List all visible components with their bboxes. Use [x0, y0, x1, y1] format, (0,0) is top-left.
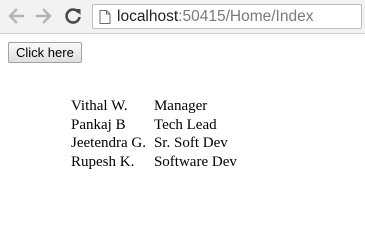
employee-name: Rupesh K. [71, 153, 135, 170]
employee-name: Vithal W. [71, 98, 128, 115]
forward-button[interactable] [33, 5, 55, 27]
browser-toolbar: localhost:50415/Home/Index [0, 0, 365, 34]
url-host: localhost [117, 7, 179, 25]
employee-role: Software Dev [153, 153, 237, 170]
table-row: Vithal W. Manager [68, 97, 240, 116]
reload-button[interactable] [62, 5, 84, 27]
url-text: localhost:50415/Home/Index [117, 8, 313, 26]
back-button[interactable] [5, 5, 27, 27]
arrow-right-icon [35, 8, 52, 24]
table-row: Pankaj B Tech Lead [68, 116, 240, 135]
reload-icon [65, 8, 81, 24]
staff-table: Vithal W. Manager Pankaj B Tech Lead Jee… [68, 97, 240, 171]
table-row: Rupesh K. Software Dev [68, 153, 240, 172]
click-here-button[interactable]: Click here [8, 42, 82, 63]
url-path: :50415/Home/Index [178, 7, 314, 25]
arrow-left-icon [8, 8, 25, 24]
employee-role: Tech Lead [153, 116, 217, 133]
employee-name: Pankaj B [71, 116, 126, 133]
address-bar[interactable]: localhost:50415/Home/Index [92, 4, 362, 29]
employee-role: Manager [153, 98, 208, 115]
table-row: Jeetendra G. Sr. Soft Dev [68, 134, 240, 153]
page-icon [99, 9, 111, 24]
employee-name: Jeetendra G. [71, 135, 146, 152]
employee-role: Sr. Soft Dev [153, 135, 228, 152]
